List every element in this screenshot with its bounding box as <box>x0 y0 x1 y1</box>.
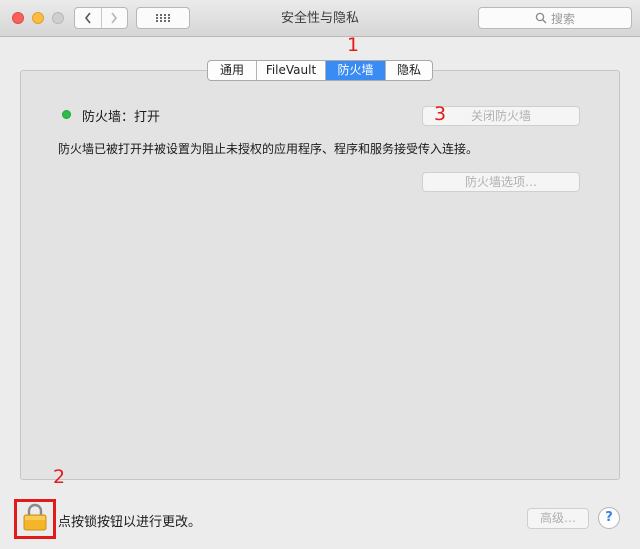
grid-icon <box>156 14 170 22</box>
tab-firewall[interactable]: 防火墙 <box>325 61 385 80</box>
help-button[interactable]: ? <box>598 507 620 529</box>
tab-general[interactable]: 通用 <box>208 61 256 80</box>
search-placeholder: 搜索 <box>550 11 575 26</box>
show-all-button[interactable] <box>136 7 190 29</box>
annotation-1: 1 <box>347 34 360 56</box>
tab-bar: 通用 FileVault 防火墙 隐私 <box>207 60 433 81</box>
tab-panel <box>20 70 620 480</box>
back-button[interactable] <box>75 8 101 28</box>
minimize-window-button[interactable] <box>32 12 44 24</box>
search-field[interactable]: 搜索 <box>478 7 632 29</box>
annotation-3: 3 <box>434 103 447 125</box>
tab-filevault[interactable]: FileVault <box>256 61 325 80</box>
annotation-2: 2 <box>53 466 66 488</box>
firewall-options-button[interactable]: 防火墙选项… <box>422 172 580 192</box>
lock-instruction-text: 点按锁按钮以进行更改。 <box>58 515 202 530</box>
title-bar: 搜索 <box>0 0 640 37</box>
lock-icon <box>23 503 47 531</box>
advanced-button[interactable]: 高级… <box>527 508 589 529</box>
chevron-right-icon <box>111 12 118 24</box>
firewall-status-indicator <box>62 110 71 119</box>
tab-privacy[interactable]: 隐私 <box>385 61 432 80</box>
close-window-button[interactable] <box>12 12 24 24</box>
nav-button-group <box>74 7 128 29</box>
forward-button[interactable] <box>100 8 128 28</box>
zoom-window-button[interactable] <box>52 12 64 24</box>
lock-button[interactable] <box>22 503 48 535</box>
firewall-status-label: 防火墙：打开 <box>82 110 161 125</box>
firewall-description: 防火墙已被打开并被设置为阻止未授权的应用程序、程序和服务接受传入连接。 <box>58 142 479 156</box>
chevron-left-icon <box>84 12 91 24</box>
search-icon <box>535 12 547 24</box>
